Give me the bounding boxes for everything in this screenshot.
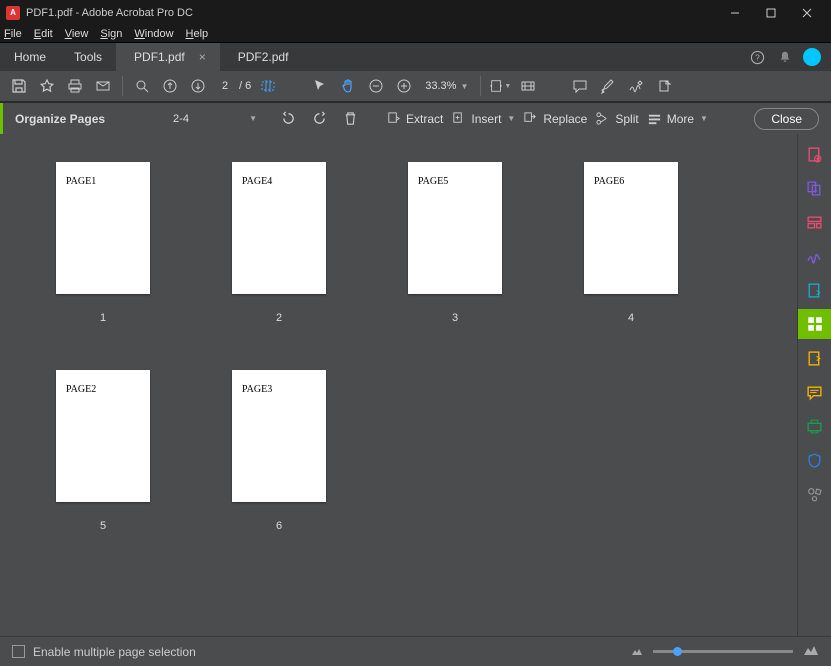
page-number-label: 1 xyxy=(100,312,106,324)
thumbnail-zoom-slider[interactable] xyxy=(653,650,793,653)
menu-edit[interactable]: Edit xyxy=(34,28,53,40)
menubar: File Edit View Sign Window Help xyxy=(0,25,831,43)
save-icon[interactable] xyxy=(8,75,30,97)
hand-tool-icon[interactable] xyxy=(337,75,359,97)
right-tool-pane xyxy=(797,134,831,636)
highlight-icon[interactable] xyxy=(597,75,619,97)
page-preview: PAGE3 xyxy=(232,370,326,502)
bell-icon[interactable] xyxy=(771,43,799,71)
zoom-dropdown[interactable]: 33.3%▼ xyxy=(425,80,468,92)
nav-home[interactable]: Home xyxy=(0,43,60,71)
combine-files-icon[interactable] xyxy=(805,178,825,198)
close-window-button[interactable] xyxy=(789,0,825,25)
window-title: PDF1.pdf - Adobe Acrobat Pro DC xyxy=(26,7,717,19)
comment-tool-icon[interactable] xyxy=(805,382,825,402)
zoom-in-icon[interactable] xyxy=(393,75,415,97)
page-number-label: 4 xyxy=(628,312,634,324)
page-thumbnail[interactable]: PAGE5 3 xyxy=(408,162,502,324)
export-pdf-icon[interactable] xyxy=(805,280,825,300)
scan-ocr-icon[interactable] xyxy=(805,416,825,436)
email-icon[interactable] xyxy=(92,75,114,97)
sign-icon[interactable] xyxy=(805,246,825,266)
page-number-label: 6 xyxy=(276,520,282,532)
more-tools-icon[interactable] xyxy=(805,484,825,504)
minimize-button[interactable] xyxy=(717,0,753,25)
bottom-bar: Enable multiple page selection xyxy=(0,636,831,666)
multi-select-label: Enable multiple page selection xyxy=(33,645,196,659)
tab-label: PDF2.pdf xyxy=(238,50,289,64)
user-avatar[interactable] xyxy=(803,48,821,66)
organize-pages-icon[interactable] xyxy=(798,309,831,339)
fit-width-icon[interactable] xyxy=(257,75,279,97)
page-number-label: 3 xyxy=(452,312,458,324)
send-comments-icon[interactable] xyxy=(805,348,825,368)
page-preview: PAGE6 xyxy=(584,162,678,294)
page-preview: PAGE5 xyxy=(408,162,502,294)
menu-sign[interactable]: Sign xyxy=(100,28,122,40)
menu-file[interactable]: File xyxy=(4,28,22,40)
page-preview: PAGE4 xyxy=(232,162,326,294)
extract-button[interactable]: Extract xyxy=(382,107,447,131)
zoom-out-icon[interactable] xyxy=(365,75,387,97)
tab-pdf2[interactable]: PDF2.pdf xyxy=(220,43,303,71)
edit-pdf-icon[interactable] xyxy=(805,212,825,232)
menu-help[interactable]: Help xyxy=(186,28,209,40)
select-tool-icon[interactable] xyxy=(309,75,331,97)
zoom-small-icon[interactable] xyxy=(631,645,643,659)
close-tab-icon[interactable]: × xyxy=(199,50,206,64)
page-preview: PAGE2 xyxy=(56,370,150,502)
delete-button[interactable] xyxy=(339,107,362,131)
app-icon: A xyxy=(6,6,20,20)
menu-window[interactable]: Window xyxy=(134,28,173,40)
insert-button[interactable]: Insert▼ xyxy=(447,107,519,131)
organize-title: Organize Pages xyxy=(3,112,117,126)
svg-text:?: ? xyxy=(755,52,760,62)
page-display-icon[interactable] xyxy=(517,75,539,97)
total-pages: / 6 xyxy=(239,80,251,92)
page-indicator[interactable]: 2 / 6 xyxy=(215,80,251,92)
page-thumbnail[interactable]: PAGE4 2 xyxy=(232,162,326,324)
star-icon[interactable] xyxy=(36,75,58,97)
comment-icon[interactable] xyxy=(569,75,591,97)
tab-pdf1[interactable]: PDF1.pdf × xyxy=(116,43,220,71)
tabbar: Home Tools PDF1.pdf × PDF2.pdf ? xyxy=(0,43,831,71)
multi-select-checkbox[interactable] xyxy=(12,645,25,658)
rotate-right-button[interactable] xyxy=(308,107,331,131)
page-thumbnail[interactable]: PAGE6 4 xyxy=(584,162,678,324)
page-thumbnail-area[interactable]: PAGE1 1 PAGE4 2 PAGE5 3 PAGE6 4 PAGE2 5 PAGE3 6 xyxy=(0,134,797,636)
replace-button[interactable]: Replace xyxy=(519,107,591,131)
page-thumbnail[interactable]: PAGE3 6 xyxy=(232,370,326,532)
rotate-left-button[interactable] xyxy=(277,107,300,131)
print-icon[interactable] xyxy=(64,75,86,97)
page-range-dropdown[interactable]: 2-4▼ xyxy=(167,109,263,129)
nav-tools[interactable]: Tools xyxy=(60,43,116,71)
close-organize-button[interactable]: Close xyxy=(754,108,819,130)
page-preview: PAGE1 xyxy=(56,162,150,294)
split-button[interactable]: Split xyxy=(591,107,642,131)
page-number-label: 2 xyxy=(276,312,282,324)
titlebar: A PDF1.pdf - Adobe Acrobat Pro DC xyxy=(0,0,831,25)
page-thumbnail[interactable]: PAGE1 1 xyxy=(56,162,150,324)
signature-icon[interactable] xyxy=(625,75,647,97)
maximize-button[interactable] xyxy=(753,0,789,25)
current-page: 2 xyxy=(215,80,235,92)
main-toolbar: 2 / 6 33.3%▼ ▼ xyxy=(0,71,831,102)
prev-page-icon[interactable] xyxy=(159,75,181,97)
zoom-large-icon[interactable] xyxy=(803,644,819,659)
more-button[interactable]: More▼ xyxy=(643,107,712,131)
organize-toolbar: Organize Pages 2-4▼ Extract Insert▼ Repl… xyxy=(0,102,831,134)
fit-page-icon[interactable]: ▼ xyxy=(489,75,511,97)
help-icon[interactable]: ? xyxy=(743,43,771,71)
create-pdf-icon[interactable] xyxy=(805,144,825,164)
page-number-label: 5 xyxy=(100,520,106,532)
next-page-icon[interactable] xyxy=(187,75,209,97)
protect-icon[interactable] xyxy=(805,450,825,470)
tab-label: PDF1.pdf xyxy=(134,50,185,64)
stamp-icon[interactable] xyxy=(653,75,675,97)
menu-view[interactable]: View xyxy=(65,28,89,40)
page-thumbnail[interactable]: PAGE2 5 xyxy=(56,370,150,532)
find-icon[interactable] xyxy=(131,75,153,97)
